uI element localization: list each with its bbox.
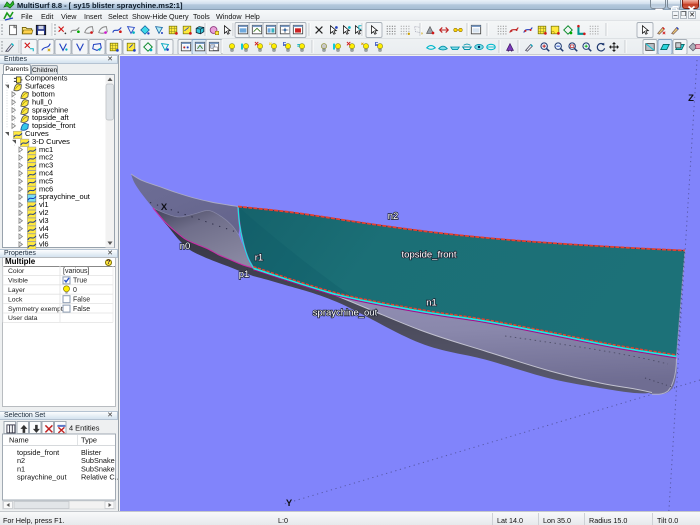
svg-text:topside_front: topside_front [402,250,457,261]
svg-text:X: X [161,202,168,213]
svg-text:E: E [375,42,379,48]
svg-text:Type: Type [81,436,97,445]
svg-text:4 Entities: 4 Entities [69,424,100,433]
svg-text:Name: Name [9,436,29,445]
svg-text:n0: n0 [180,241,191,252]
svg-text:Z: Z [688,93,694,104]
svg-text:E: E [283,42,287,48]
svg-text:spraychine_out: spraychine_out [17,473,67,482]
svg-text:Y: Y [286,498,293,509]
svg-text:Relative C...: Relative C... [81,473,119,482]
svg-text:n1: n1 [426,298,437,309]
svg-text:p1: p1 [239,269,250,280]
svg-text:n2: n2 [388,211,399,222]
svg-text:spraychine_out: spraychine_out [313,308,378,319]
svg-text:r1: r1 [255,253,263,264]
